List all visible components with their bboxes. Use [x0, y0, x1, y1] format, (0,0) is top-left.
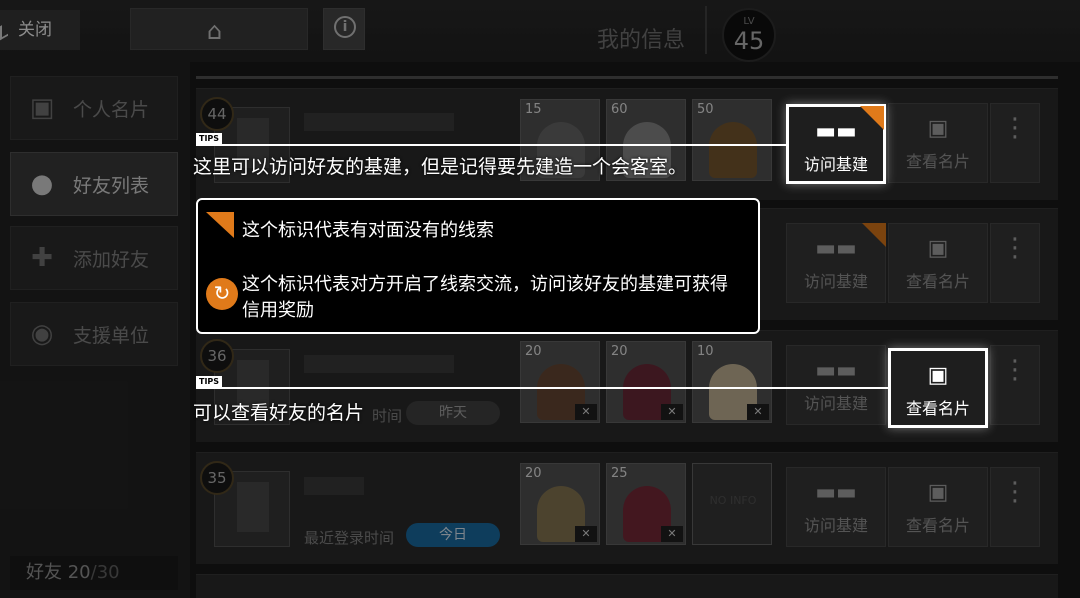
legend-panel: 这个标识代表有对面没有的线索 ↻ 这个标识代表对方开启了线索交流，访问该好友的基… — [196, 198, 760, 334]
button-label: 查看名片 — [905, 399, 970, 418]
view-card-button-highlighted[interactable]: ▣ 查看名片 — [888, 348, 988, 428]
clue-flag-icon — [206, 212, 234, 238]
tip-pointer-line — [196, 144, 786, 146]
visit-base-button-highlighted[interactable]: ▬▬ 访问基建 — [786, 104, 886, 184]
tips-tag: TIPS — [196, 133, 223, 145]
clue-flag-icon — [860, 106, 884, 130]
clue-flag-description: 这个标识代表有对面没有的线索 — [242, 220, 494, 241]
id-card-icon: ▣ — [927, 363, 949, 388]
clue-exchange-description: 这个标识代表对方开启了线索交流，访问该好友的基建可获得信用奖励 — [242, 274, 728, 321]
visit-base-tip: 这里可以访问好友的基建，但是记得要先建造一个会客室。 — [193, 156, 688, 178]
tip-pointer-line — [196, 387, 888, 389]
clue-exchange-icon: ↻ — [206, 278, 238, 310]
button-label: 访问基建 — [803, 155, 868, 174]
view-card-tip: 可以查看好友的名片 — [193, 402, 365, 424]
tips-tag: TIPS — [196, 376, 223, 388]
